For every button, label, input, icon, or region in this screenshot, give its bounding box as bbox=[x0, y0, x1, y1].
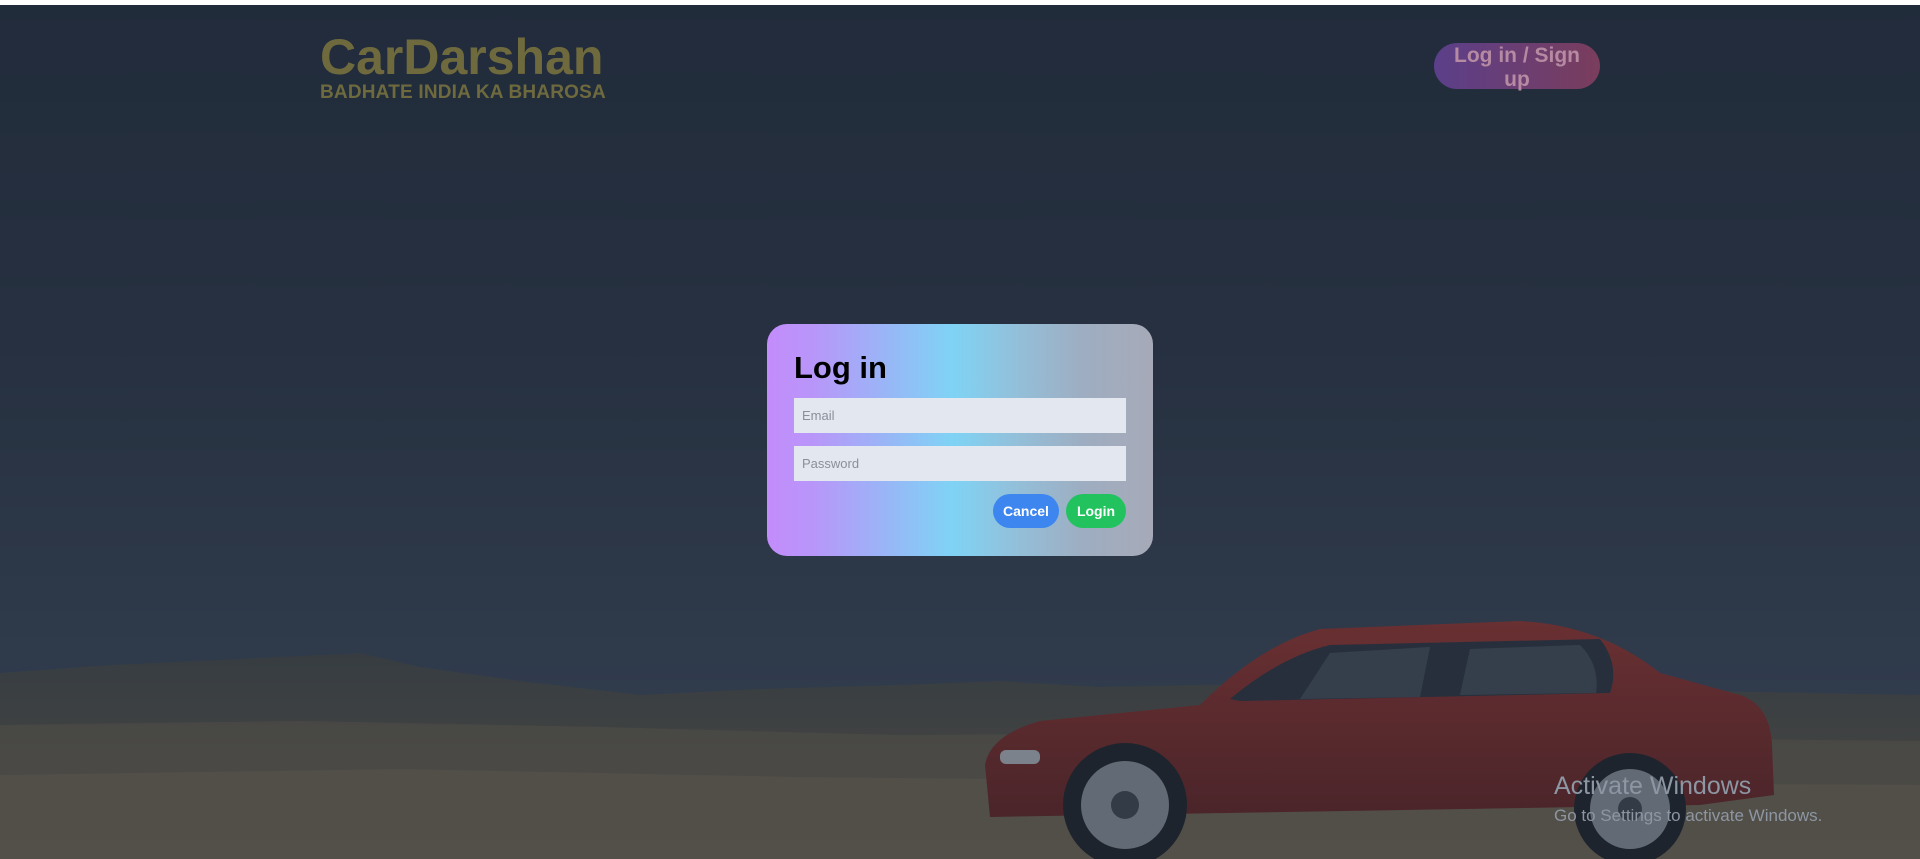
modal-actions: Cancel Login bbox=[794, 494, 1126, 528]
windows-activation-watermark: Activate Windows Go to Settings to activ… bbox=[1554, 771, 1822, 828]
brand-tagline: BADHATE INDIA KA BHAROSA bbox=[320, 82, 606, 103]
login-signup-button[interactable]: Log in / Sign up bbox=[1434, 43, 1600, 91]
login-button[interactable]: Login bbox=[1066, 494, 1126, 528]
watermark-subtitle: Go to Settings to activate Windows. bbox=[1554, 806, 1823, 825]
brand-title: CarDarshan bbox=[320, 29, 604, 85]
password-input[interactable] bbox=[794, 446, 1126, 481]
login-modal: Log in Cancel Login bbox=[767, 324, 1153, 556]
modal-title: Log in bbox=[794, 350, 887, 385]
cancel-button[interactable]: Cancel bbox=[993, 494, 1059, 528]
watermark-title: Activate Windows bbox=[1554, 772, 1752, 800]
email-input[interactable] bbox=[794, 398, 1126, 433]
brand-logo: CarDarshan BADHATE INDIA KA BHAROSA bbox=[320, 28, 606, 104]
